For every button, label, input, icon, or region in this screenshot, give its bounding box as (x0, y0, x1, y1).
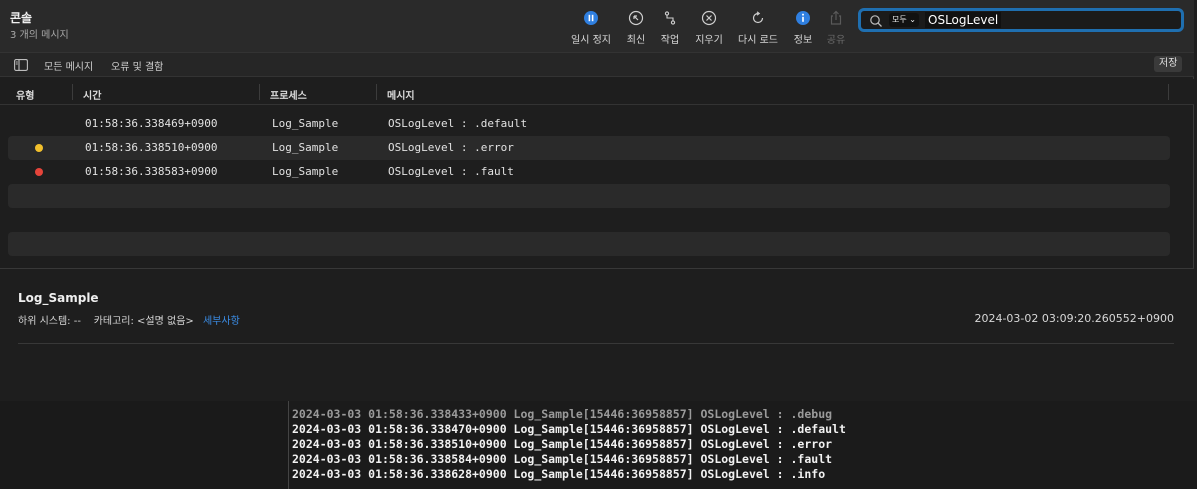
category-label: 카테고리: (93, 316, 134, 327)
row-time: 01:58:36.338469+0900 (85, 117, 218, 130)
tab-errors-faults[interactable]: 오류 및 결함 (111, 58, 163, 73)
pause-icon (584, 11, 598, 25)
pause-label: 일시 정지 (571, 35, 611, 46)
reload-icon (752, 11, 764, 24)
chevron-down-icon: ⌄ (909, 15, 916, 24)
detail-metadata: 하위 시스템: -- 카테고리: <설명 없음> 세부사항 (18, 312, 240, 327)
empty-row (8, 232, 1170, 256)
terminal-line: 2024-03-03 01:58:36.338433+0900 Log_Samp… (292, 407, 833, 421)
empty-row (8, 184, 1170, 208)
table-row[interactable]: 01:58:36.338469+0900 Log_Sample OSLogLev… (8, 112, 1170, 136)
search-field[interactable]: 모두 ⌄ OSLogLevel (858, 8, 1184, 32)
terminal-line: 2024-03-03 01:58:36.338584+0900 Log_Samp… (292, 452, 833, 466)
share-button[interactable]: 공유 (811, 10, 861, 46)
row-message: OSLogLevel : .default (388, 117, 528, 130)
background-window (0, 401, 288, 489)
share-label: 공유 (826, 35, 846, 46)
subsystem-value: -- (73, 316, 81, 327)
share-icon (830, 10, 842, 25)
row-time: 01:58:36.338583+0900 (85, 165, 218, 178)
table-row[interactable]: 01:58:36.338510+0900 Log_Sample OSLogLev… (8, 136, 1170, 160)
pause-button[interactable]: 일시 정지 (566, 10, 616, 46)
info-icon (796, 11, 810, 25)
clear-icon (701, 10, 717, 26)
terminal-output: 2024-03-03 01:58:36.338433+0900 Log_Samp… (288, 401, 1197, 489)
column-message[interactable]: 메시지 (387, 87, 415, 102)
category-value: <설명 없음> (137, 316, 194, 327)
row-process: Log_Sample (272, 141, 339, 154)
table-row[interactable]: 01:58:36.338583+0900 Log_Sample OSLogLev… (8, 160, 1170, 184)
row-time: 01:58:36.338510+0900 (85, 141, 218, 154)
message-count: 3 개의 메시지 (10, 30, 69, 41)
column-process[interactable]: 프로세스 (270, 87, 307, 102)
column-divider[interactable] (1168, 84, 1169, 100)
fault-level-icon (35, 168, 43, 176)
divider (18, 343, 1174, 344)
row-process: Log_Sample (272, 117, 339, 130)
column-divider[interactable] (72, 84, 73, 100)
clear-label: 지우기 (695, 35, 723, 46)
terminal-line: 2024-03-03 01:58:36.338510+0900 Log_Samp… (292, 437, 833, 451)
row-process: Log_Sample (272, 165, 339, 178)
detail-timestamp: 2024-03-02 03:09:20.260552+0900 (974, 312, 1174, 325)
reload-label: 다시 로드 (738, 35, 778, 46)
error-level-icon (35, 144, 43, 152)
row-message: OSLogLevel : .fault (388, 165, 514, 178)
scroll-to-latest-icon (628, 10, 644, 26)
log-table: 01:58:36.338469+0900 Log_Sample OSLogLev… (0, 112, 1194, 262)
toolbar: 콘솔 3 개의 메시지 일시 정지 최신 작업 지우기 다시 로드 정보 공유 (0, 0, 1194, 52)
sidebar-toggle-icon[interactable] (14, 59, 28, 71)
details-link[interactable]: 세부사항 (203, 316, 240, 327)
column-time[interactable]: 시간 (83, 87, 101, 102)
save-button[interactable]: 저장 (1154, 56, 1183, 72)
app-title: 콘솔 (10, 11, 33, 25)
column-divider[interactable] (376, 84, 377, 100)
column-type[interactable]: 유형 (16, 87, 34, 102)
detail-pane: Log_Sample 하위 시스템: -- 카테고리: <설명 없음> 세부사항… (0, 268, 1194, 400)
clear-button[interactable]: 지우기 (684, 10, 734, 46)
row-message: OSLogLevel : .error (388, 141, 514, 154)
terminal-line: 2024-03-03 01:58:36.338470+0900 Log_Samp… (292, 422, 846, 436)
terminal-line: 2024-03-03 01:58:36.338628+0900 Log_Samp… (292, 467, 826, 481)
column-header: 유형 시간 프로세스 메시지 (0, 79, 1194, 105)
search-token[interactable]: OSLogLevel (925, 12, 1002, 28)
activities-icon (664, 11, 676, 25)
search-scope-dropdown[interactable]: 모두 ⌄ (889, 13, 919, 27)
reload-button[interactable]: 다시 로드 (733, 10, 783, 46)
search-icon (870, 15, 882, 27)
console-window: 콘솔 3 개의 메시지 일시 정지 최신 작업 지우기 다시 로드 정보 공유 (0, 0, 1194, 400)
column-divider[interactable] (259, 84, 260, 100)
filter-bar: 모든 메시지 오류 및 결함 저장 (0, 52, 1194, 77)
subsystem-label: 하위 시스템: (18, 316, 71, 327)
detail-process-name: Log_Sample (18, 291, 99, 305)
search-scope-label: 모두 (892, 15, 907, 24)
tab-all-messages[interactable]: 모든 메시지 (44, 58, 93, 73)
